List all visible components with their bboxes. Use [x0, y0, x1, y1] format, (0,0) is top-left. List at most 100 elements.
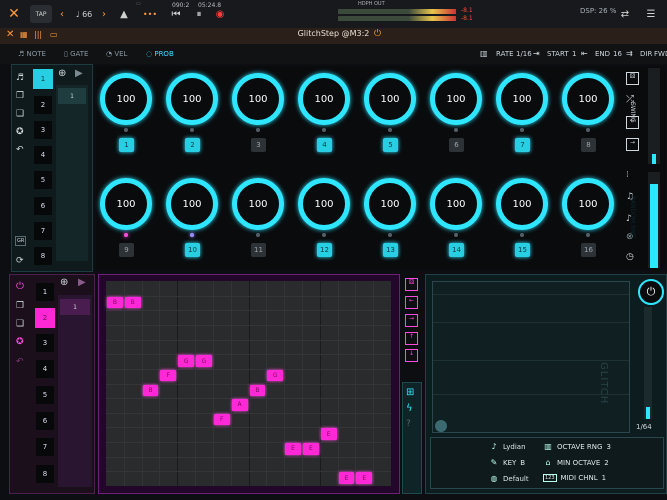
step-knob-12[interactable]: 100	[298, 178, 350, 230]
step-knob-10[interactable]: 100	[166, 178, 218, 230]
grid-icon[interactable]: ⊞	[406, 387, 414, 398]
undo-b-icon[interactable]: ↶	[16, 357, 24, 367]
step-toggle-9[interactable]: 9	[119, 243, 134, 257]
step-toggle-8[interactable]: 8	[581, 138, 596, 152]
gr-toggle[interactable]: GR	[15, 236, 27, 246]
footsteps-icon[interactable]: ⁞	[626, 170, 629, 180]
swing-slider[interactable]	[648, 68, 660, 164]
scale-setting[interactable]: ♪ Lydian	[489, 442, 525, 452]
random-b-icon[interactable]: ✪	[16, 337, 24, 347]
min-octave-setting[interactable]: ⌂ MIN OCTAVE 2	[543, 458, 608, 468]
shift-up-icon[interactable]: ↑	[405, 332, 418, 345]
midi-chnl-setting[interactable]: 123 MIDI CHNL 1	[543, 474, 606, 482]
pad-handle[interactable]	[435, 420, 447, 432]
play-pattern-b-icon[interactable]: ▶	[78, 277, 86, 288]
mode-gate[interactable]: ▯ GATE	[64, 50, 88, 58]
pattern-b-8[interactable]: 8	[36, 465, 54, 483]
step-knob-6[interactable]: 100	[430, 73, 482, 125]
note-block[interactable]: G	[196, 355, 212, 367]
step-knob-16[interactable]: 100	[562, 178, 614, 230]
step-toggle-6[interactable]: 6	[449, 138, 464, 152]
step-toggle-2[interactable]: 2	[185, 138, 200, 152]
pattern-b-2[interactable]: 2	[35, 308, 55, 328]
loop-icon[interactable]: ⟳	[16, 256, 24, 266]
step-knob-3[interactable]: 100	[232, 73, 284, 125]
undo-icon[interactable]: ↶	[16, 145, 24, 155]
step-toggle-10[interactable]: 10	[185, 243, 200, 257]
pattern-b-4[interactable]: 4	[36, 360, 54, 378]
random-icon[interactable]: ✪	[16, 127, 24, 137]
note-block[interactable]: F	[160, 369, 177, 382]
tempo-up-icon[interactable]: ›	[100, 5, 108, 23]
mode-vel[interactable]: ◔ VEL	[106, 50, 127, 58]
end-value[interactable]: 16	[613, 50, 622, 58]
step-knob-2[interactable]: 100	[166, 73, 218, 125]
step-knob-14[interactable]: 100	[430, 178, 482, 230]
step-knob-8[interactable]: 100	[562, 73, 614, 125]
shift-left-b-icon[interactable]: ←	[405, 296, 418, 309]
tap-button[interactable]: TAP	[30, 5, 52, 23]
menu-icon[interactable]: ☰	[644, 5, 658, 23]
pattern-a-1[interactable]: 1	[33, 69, 53, 89]
note-block[interactable]: E	[302, 443, 319, 455]
close-icon[interactable]: ✕	[6, 5, 22, 23]
note-block[interactable]: E	[338, 472, 355, 484]
pattern-a-5[interactable]: 5	[34, 171, 52, 189]
note-block[interactable]: E	[356, 472, 373, 484]
dir-value[interactable]: FWD	[654, 50, 667, 58]
dice-b-icon[interactable]: ⚄	[405, 278, 418, 291]
note-block[interactable]: B	[249, 384, 266, 397]
step-toggle-15[interactable]: 15	[515, 243, 530, 257]
pattern-a-6[interactable]: 6	[34, 197, 52, 215]
lightning-icon[interactable]: ϟ	[406, 403, 413, 414]
rate-value[interactable]: 1/16	[516, 50, 532, 58]
note-block[interactable]: E	[320, 428, 337, 441]
paste-b-icon[interactable]: ❑	[16, 319, 24, 329]
power-icon[interactable]: ⏻	[374, 29, 381, 39]
pattern-a-2[interactable]: 2	[34, 96, 52, 114]
step-toggle-16[interactable]: 16	[581, 243, 596, 257]
step-toggle-5[interactable]: 5	[383, 138, 398, 152]
step-knob-5[interactable]: 100	[364, 73, 416, 125]
note-block[interactable]: A	[231, 399, 248, 411]
add-pattern-icon[interactable]: ⊕	[58, 68, 66, 79]
pattern-a-8[interactable]: 8	[34, 247, 52, 265]
note-pattern-icon[interactable]: ♬	[16, 73, 24, 83]
step-knob-4[interactable]: 100	[298, 73, 350, 125]
pattern-b-3[interactable]: 3	[36, 334, 54, 352]
tempo-down-icon[interactable]: ‹	[58, 5, 66, 23]
step-toggle-12[interactable]: 12	[317, 243, 332, 257]
step-knob-11[interactable]: 100	[232, 178, 284, 230]
pattern-b-5[interactable]: 5	[36, 386, 54, 404]
octave-rng-setting[interactable]: ▥ OCTAVE RNG 3	[543, 442, 611, 452]
step-toggle-14[interactable]: 14	[449, 243, 464, 257]
key-setting[interactable]: ✎ KEY B	[489, 458, 525, 468]
step-toggle-3[interactable]: 3	[251, 138, 266, 152]
step-knob-13[interactable]: 100	[364, 178, 416, 230]
swap-icon[interactable]: ⇄	[618, 5, 632, 23]
pattern-a-4[interactable]: 4	[34, 146, 52, 164]
pattern-a-7[interactable]: 7	[34, 222, 52, 240]
pattern-b-6[interactable]: 6	[36, 412, 54, 430]
pattern-b-7[interactable]: 7	[36, 438, 54, 456]
pattern-b-1[interactable]: 1	[36, 283, 54, 301]
glitch-power-button[interactable]: ⏻	[638, 279, 664, 305]
metronome-icon[interactable]: ▲	[118, 5, 130, 23]
step-toggle-4[interactable]: 4	[317, 138, 332, 152]
pattern-a-3[interactable]: 3	[34, 121, 52, 139]
help-icon[interactable]: ?	[406, 419, 411, 429]
glitch-xy-pad[interactable]: GLITCH	[432, 281, 630, 433]
mode-note[interactable]: ♬ NOTE	[18, 50, 46, 58]
copy-b-icon[interactable]: ❐	[16, 301, 24, 311]
chain-b-slot-1[interactable]: 1	[60, 299, 90, 315]
chain-slot-1[interactable]: 1	[58, 88, 86, 104]
note-block[interactable]: G	[178, 355, 195, 367]
random-rng-slider[interactable]	[648, 172, 660, 268]
power-b-icon[interactable]: ⏻	[16, 281, 24, 292]
step-knob-15[interactable]: 100	[496, 178, 548, 230]
start-value[interactable]: 1	[572, 50, 576, 58]
step-toggle-13[interactable]: 13	[383, 243, 398, 257]
dice-icon[interactable]: ⚄	[626, 72, 639, 85]
copy-icon[interactable]: ❐	[16, 91, 24, 101]
shift-right-b-icon[interactable]: →	[405, 314, 418, 327]
